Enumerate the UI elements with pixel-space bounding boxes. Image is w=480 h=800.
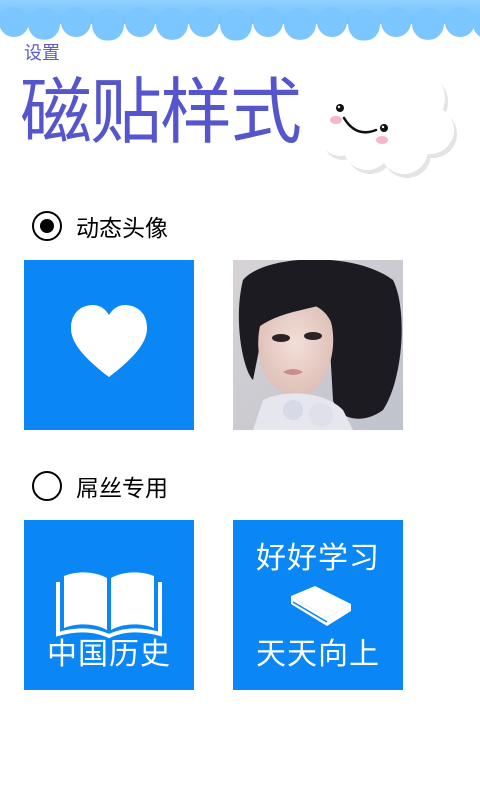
tile-heart[interactable] <box>24 260 194 430</box>
option-label-diaosi-special: 屌丝专用 <box>76 476 168 502</box>
breadcrumb: 设置 <box>24 43 60 64</box>
radio-button-diaosi-special[interactable] <box>32 471 62 501</box>
heart-icon <box>71 305 147 377</box>
option-diaosi-special[interactable]: 屌丝专用 <box>32 469 168 503</box>
radio-button-dynamic-avatar[interactable] <box>32 211 62 241</box>
smiling-cloud-mascot <box>320 62 457 178</box>
tile-study-hard[interactable]: 好好学习 天天向上 <box>233 520 403 690</box>
closed-book-icon <box>291 586 351 626</box>
tile-line-day-by-day: 天天向上 <box>256 637 380 672</box>
option-label-dynamic-avatar: 动态头像 <box>76 216 168 242</box>
tile-caption-history: 中国历史 <box>47 637 171 672</box>
option-dynamic-avatar[interactable]: 动态头像 <box>32 209 168 243</box>
top-cloud-banner <box>0 0 480 44</box>
open-book-icon <box>56 572 162 639</box>
profile-photo <box>233 260 403 430</box>
tile-profile-photo[interactable] <box>233 260 403 430</box>
radio-selected-dot <box>40 219 54 233</box>
tile-chinese-history[interactable]: 中国历史 <box>24 520 194 690</box>
page-title: 磁贴样式 <box>20 70 302 154</box>
tile-line-study-hard: 好好学习 <box>256 541 380 576</box>
